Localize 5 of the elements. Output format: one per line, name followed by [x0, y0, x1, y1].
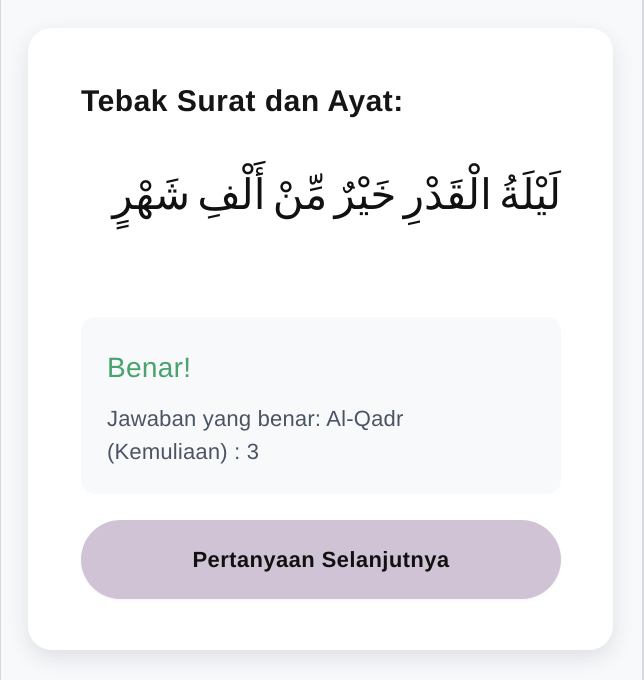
verse-text: لَيْلَةُ الْقَدْرِ خَيْرٌ مِّنْ أَلْفِ شَهْرٍ — [112, 140, 561, 250]
quiz-title: Tebak Surat dan Ayat: — [81, 84, 404, 120]
next-question-button[interactable]: Pertanyaan Selanjutnya — [81, 520, 561, 599]
answer-text: Jawaban yang benar: Al-Qadr (Kemuliaan) : 3 — [107, 405, 404, 466]
result-heading: Benar! — [107, 351, 192, 385]
